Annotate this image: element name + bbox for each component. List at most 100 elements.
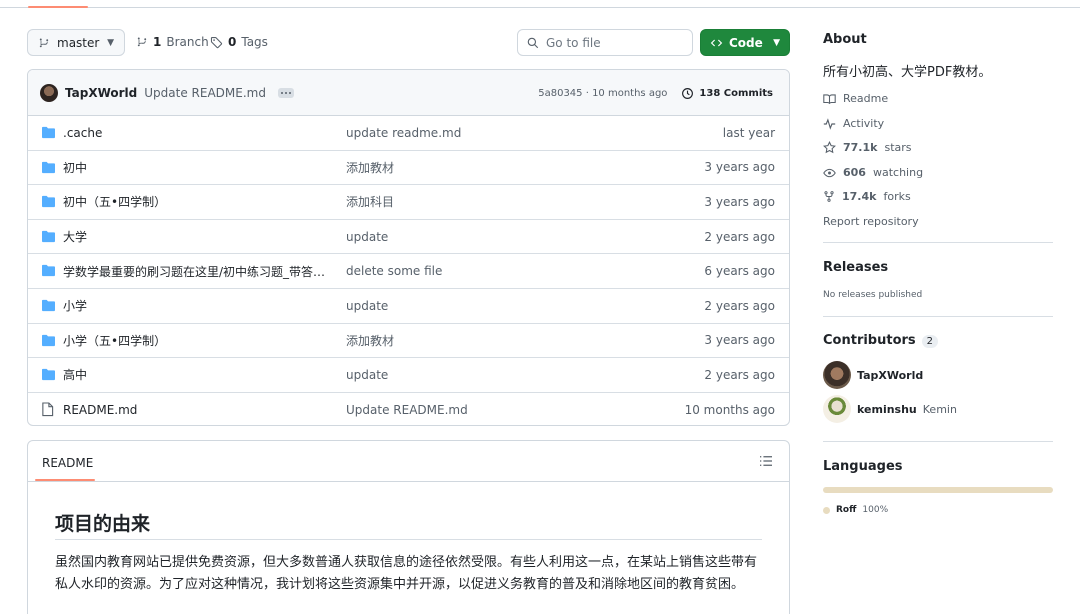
readme-link[interactable]: Readme (823, 92, 888, 105)
language-item[interactable]: Roff 100% (823, 505, 888, 515)
book-icon (823, 93, 836, 104)
divider (823, 316, 1053, 317)
watching-label: watching (872, 166, 924, 179)
branch-selector-button[interactable]: master ▼ (27, 29, 125, 56)
tags-link[interactable]: 0 Tags (210, 35, 268, 49)
file-row[interactable]: README.md Update README.md 10 months ago (28, 393, 789, 425)
more-commit-info-button[interactable] (277, 87, 294, 98)
commit-hash-time[interactable]: 5a80345 · 10 months ago (538, 88, 667, 99)
branches-link[interactable]: 1 Branch (136, 35, 209, 49)
tags-label: Tags (241, 35, 268, 49)
contributors-heading[interactable]: Contributors 2 (823, 333, 939, 348)
file-commit-message-link[interactable]: update (346, 368, 388, 382)
file-commit-date: last year (722, 125, 775, 140)
contributor-item[interactable]: keminshu Kemin (823, 395, 957, 423)
pulse-icon (823, 117, 836, 130)
file-row[interactable]: 初中（五•四学制） 添加科目 3 years ago (28, 185, 789, 220)
file-row[interactable]: 高中 update 2 years ago (28, 358, 789, 393)
file-commit-date: 3 years ago (704, 160, 775, 175)
contributors-title: Contributors (823, 333, 916, 348)
star-icon (823, 141, 836, 154)
divider (55, 539, 762, 540)
file-commit-date: 2 years ago (704, 229, 775, 244)
stars-link[interactable]: 77.1k stars (823, 141, 912, 154)
file-name-link[interactable]: 高中 (63, 366, 328, 383)
releases-heading[interactable]: Releases (823, 260, 888, 275)
avatar (823, 361, 851, 389)
file-commit-message-link[interactable]: 添加教材 (346, 159, 394, 176)
file-name-link[interactable]: 小学（五•四学制） (63, 332, 328, 349)
file-browser: TapXWorld Update README.md 5a80345 · 10 … (27, 69, 790, 426)
readme-header: README (28, 441, 789, 482)
folder-icon (41, 264, 56, 280)
file-name-link[interactable]: 初中 (63, 159, 328, 176)
contributor-item[interactable]: TapXWorld (823, 361, 923, 389)
file-commit-message-link[interactable]: delete some file (346, 264, 442, 278)
commit-message-link[interactable]: Update README.md (144, 86, 266, 100)
about-heading: About (823, 32, 867, 47)
commit-author-link[interactable]: TapXWorld (65, 86, 137, 100)
fork-icon (824, 191, 834, 202)
file-row[interactable]: 小学（五•四学制） 添加教材 3 years ago (28, 324, 789, 359)
file-name-link[interactable]: 大学 (63, 228, 328, 245)
history-icon (682, 87, 694, 99)
code-button[interactable]: Code ▼ (700, 29, 790, 56)
contributors-count-badge: 2 (921, 335, 939, 348)
commits-history-link[interactable]: 138 Commits (681, 87, 773, 100)
forks-label: forks (883, 190, 911, 203)
file-commit-date: 2 years ago (704, 298, 775, 313)
file-icon (41, 402, 54, 420)
language-bar (823, 487, 1053, 493)
folder-icon (41, 195, 56, 211)
forks-link[interactable]: 17.4k forks (823, 190, 911, 203)
readme-heading: 项目的由来 (55, 513, 151, 535)
file-commit-date: 6 years ago (704, 264, 775, 279)
list-outline-icon[interactable] (759, 455, 773, 467)
report-repository-label: Report repository (823, 215, 919, 228)
avatar (823, 395, 851, 423)
file-row[interactable]: 初中 添加教材 3 years ago (28, 151, 789, 186)
tags-count: 0 (228, 35, 237, 49)
branches-count: 1 (153, 35, 162, 49)
file-row[interactable]: 大学 update 2 years ago (28, 220, 789, 255)
file-commit-message-link[interactable]: update (346, 299, 388, 313)
language-name: Roff (836, 505, 857, 515)
file-commit-message-link[interactable]: update readme.md (346, 126, 461, 140)
file-commit-message-link[interactable]: update (346, 230, 388, 244)
file-list: .cache update readme.md last year 初中 添加教材 3 y… (28, 116, 789, 425)
file-commit-date: 3 years ago (704, 333, 775, 348)
file-name-link[interactable]: 初中（五•四学制） (63, 193, 328, 210)
file-name-link[interactable]: README.md (63, 403, 328, 417)
file-commit-message-link[interactable]: 添加教材 (346, 332, 394, 349)
divider (823, 441, 1053, 442)
watchers-link[interactable]: 606 watching (823, 166, 923, 179)
file-name-link[interactable]: 学数学最重要的刷习题在这里/初中练习题_带答… (63, 263, 328, 280)
file-commit-message-link[interactable]: 添加科目 (346, 193, 394, 210)
chevron-down-icon: ▼ (107, 37, 114, 48)
divider (823, 242, 1053, 243)
tab-readme[interactable]: README (42, 456, 93, 470)
file-row[interactable]: 学数学最重要的刷习题在这里/初中练习题_带答… delete some file 6… (28, 254, 789, 289)
search-icon (527, 37, 539, 48)
code-icon (710, 39, 723, 46)
folder-icon (41, 368, 56, 384)
activity-link[interactable]: Activity (823, 117, 884, 130)
commits-count: 138 Commits (699, 87, 773, 99)
go-to-file-input[interactable] (546, 35, 676, 50)
code-button-label: Code (729, 35, 763, 50)
file-row[interactable]: .cache update readme.md last year (28, 116, 789, 151)
contributor-login: TapXWorld (857, 368, 924, 382)
avatar[interactable] (40, 83, 58, 102)
active-tab-indicator (28, 6, 88, 8)
file-name-link[interactable]: .cache (63, 126, 328, 140)
eye-icon (823, 168, 836, 177)
file-name-link[interactable]: 小学 (63, 297, 328, 314)
folder-icon (41, 126, 56, 142)
branches-label: Branch (166, 35, 209, 49)
file-commit-message-link[interactable]: Update README.md (346, 403, 468, 417)
go-to-file-box[interactable] (517, 29, 693, 56)
tag-icon (210, 36, 223, 48)
file-row[interactable]: 小学 update 2 years ago (28, 289, 789, 324)
git-branch-icon (137, 37, 147, 47)
report-repository-link[interactable]: Report repository (823, 215, 919, 228)
